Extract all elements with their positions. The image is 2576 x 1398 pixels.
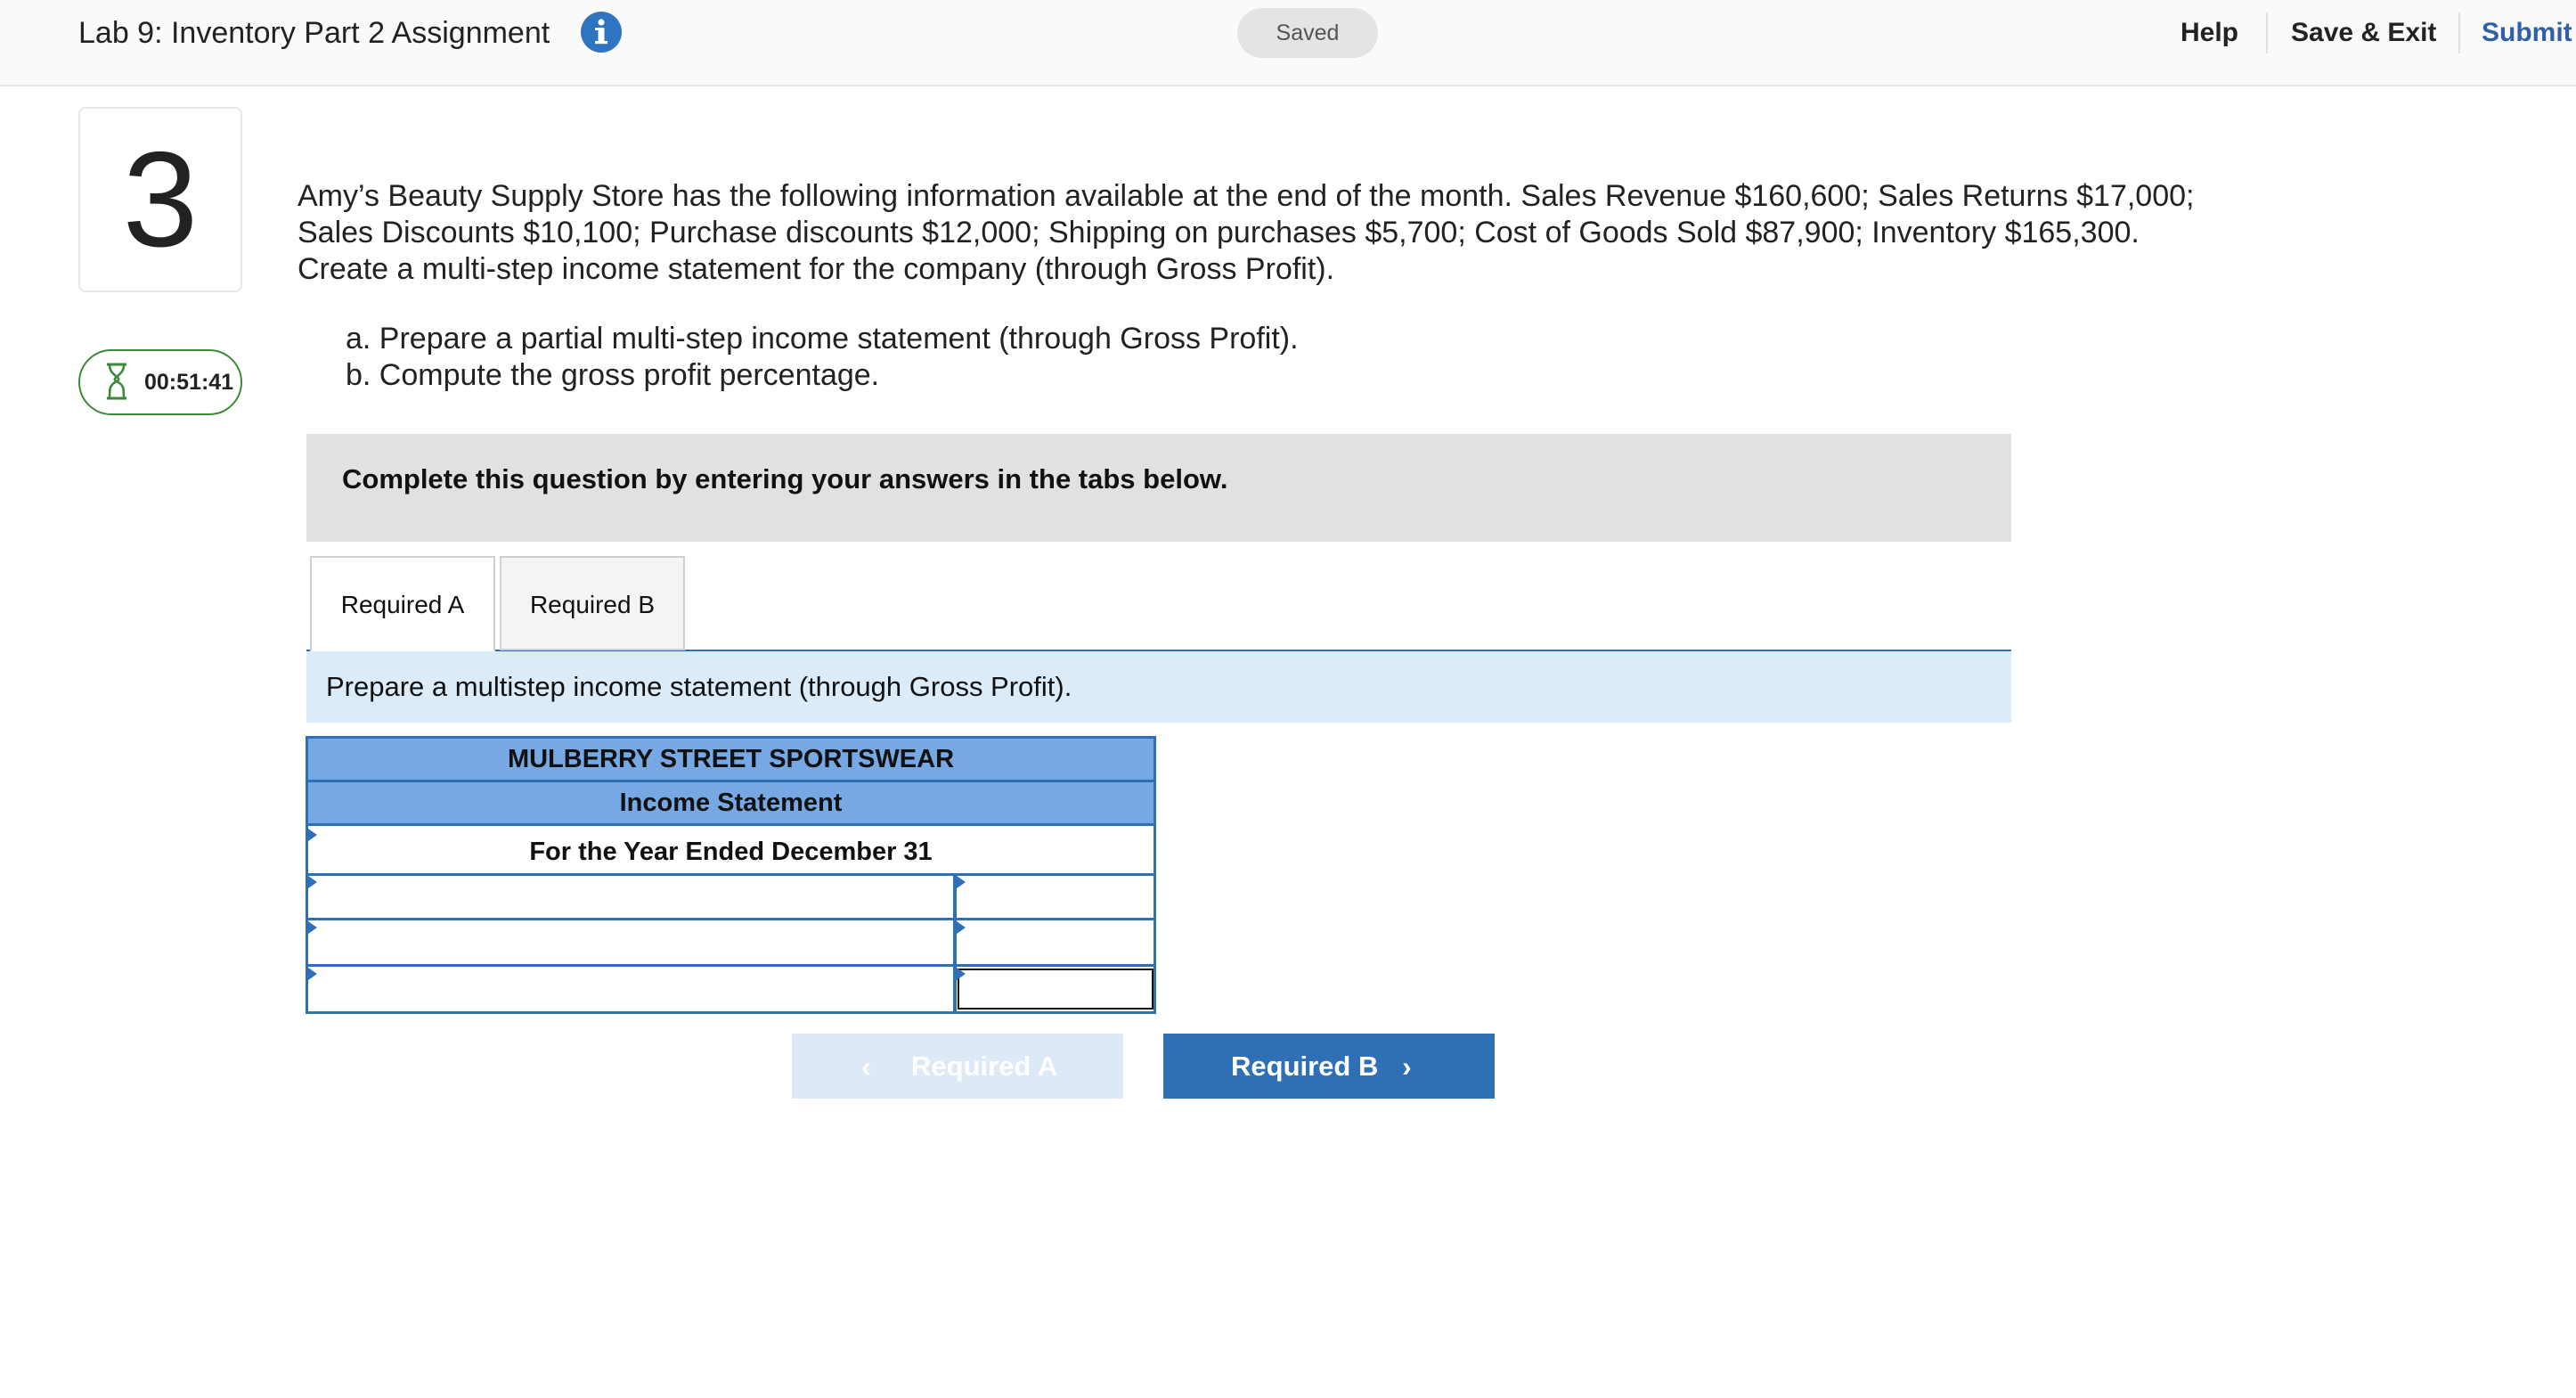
account-label-input[interactable] bbox=[308, 876, 953, 917]
table-divider bbox=[308, 823, 1153, 826]
account-label-input[interactable] bbox=[308, 968, 953, 1009]
hourglass-icon bbox=[103, 362, 130, 401]
tab-required-a[interactable]: Required A bbox=[310, 556, 495, 652]
submit-link[interactable]: Submit bbox=[2482, 12, 2572, 53]
question-text: Amy’s Beauty Supply Store has the follow… bbox=[298, 179, 2195, 286]
chevron-left-icon: ‹ bbox=[861, 1051, 871, 1083]
amount-input[interactable] bbox=[957, 921, 1153, 962]
question-number: 3 bbox=[122, 124, 199, 275]
input-marker-icon bbox=[957, 968, 966, 980]
assignment-title: Lab 9: Inventory Part 2 Assignment bbox=[78, 16, 550, 50]
previous-button-label: Required A bbox=[911, 1051, 1058, 1082]
input-marker-icon bbox=[957, 876, 966, 888]
input-marker-icon bbox=[957, 921, 966, 934]
next-required-button[interactable]: Required B › bbox=[1163, 1034, 1495, 1099]
company-name: MULBERRY STREET SPORTSWEAR bbox=[308, 739, 1153, 780]
header-divider bbox=[2266, 12, 2268, 53]
header-divider bbox=[2458, 12, 2460, 53]
input-marker-icon bbox=[308, 968, 317, 980]
input-marker-icon bbox=[308, 829, 317, 841]
statement-title: Income Statement bbox=[308, 782, 1153, 823]
tab-required-b[interactable]: Required B bbox=[500, 556, 685, 650]
previous-required-button[interactable]: ‹ Required A bbox=[792, 1034, 1123, 1099]
timer-value: 00:51:41 bbox=[144, 370, 234, 395]
help-link[interactable]: Help bbox=[2181, 12, 2238, 53]
account-label-input[interactable] bbox=[308, 921, 953, 962]
table-divider bbox=[308, 918, 1153, 920]
input-marker-icon bbox=[308, 876, 317, 888]
instruction-text: Complete this question by entering your … bbox=[342, 463, 1228, 495]
table-divider bbox=[308, 964, 1153, 967]
next-button-label: Required B bbox=[1231, 1051, 1379, 1082]
question-item-b: b. Compute the gross profit percentage. bbox=[346, 358, 880, 392]
amount-input[interactable] bbox=[958, 969, 1153, 1010]
save-exit-link[interactable]: Save & Exit bbox=[2291, 12, 2436, 53]
chevron-right-icon: › bbox=[1402, 1051, 1412, 1083]
info-icon[interactable] bbox=[581, 12, 622, 53]
table-column-divider bbox=[953, 876, 957, 1011]
saved-status: Saved bbox=[1237, 8, 1378, 58]
input-marker-icon bbox=[308, 921, 317, 934]
question-item-a: a. Prepare a partial multi-step income s… bbox=[346, 322, 1299, 356]
amount-input[interactable] bbox=[957, 876, 1153, 917]
panel-prompt: Prepare a multistep income statement (th… bbox=[326, 671, 1072, 702]
period-heading[interactable]: For the Year Ended December 31 bbox=[308, 830, 1153, 873]
